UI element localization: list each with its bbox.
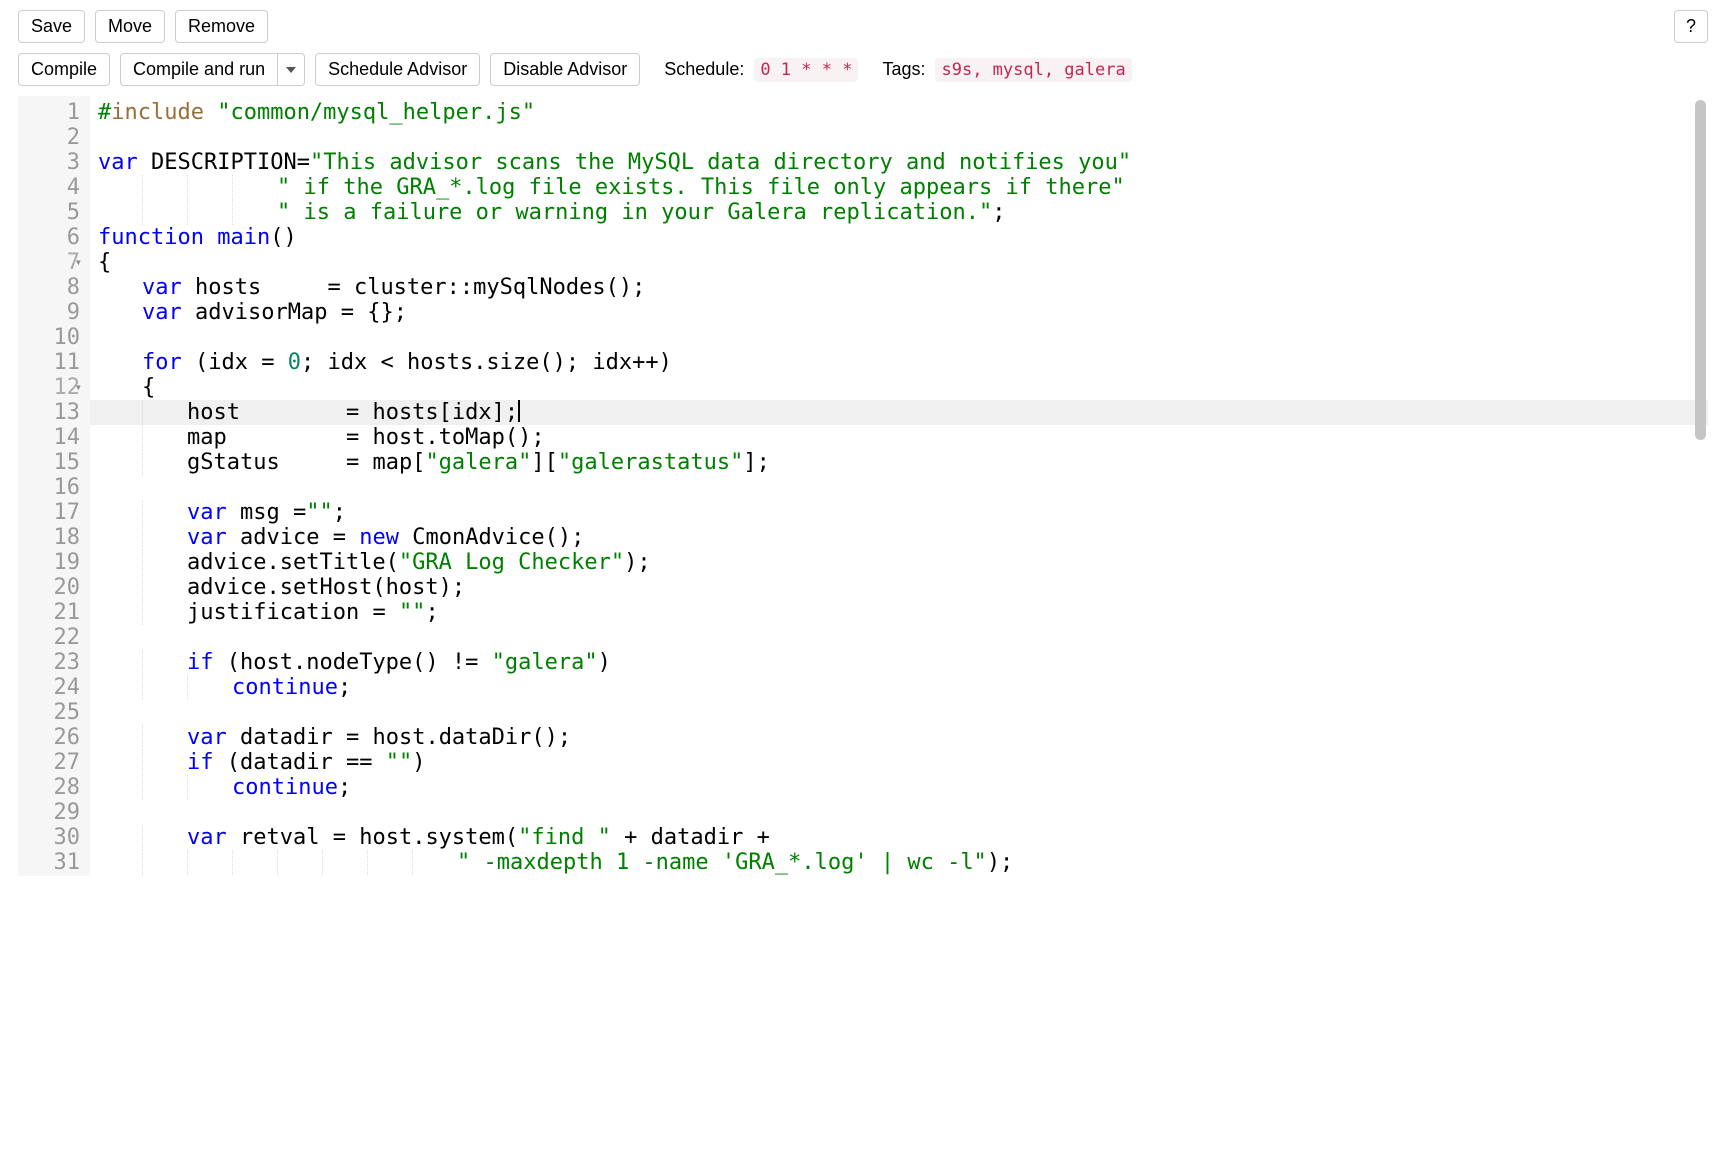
compile-and-run-dropdown-toggle[interactable] — [277, 53, 305, 86]
text-cursor — [518, 400, 520, 422]
code-line[interactable] — [98, 625, 1708, 650]
line-number: 5 — [22, 200, 80, 225]
code-line[interactable]: host = hosts[idx]; — [98, 400, 1708, 425]
code-line[interactable]: var advisorMap = {}; — [98, 300, 1708, 325]
line-number: 26 — [22, 725, 80, 750]
line-number: 27 — [22, 750, 80, 775]
line-number: 11 — [22, 350, 80, 375]
compile-and-run-split-button: Compile and run — [120, 53, 305, 86]
line-number: 3 — [22, 150, 80, 175]
code-line[interactable]: continue; — [98, 675, 1708, 700]
line-number: 7 — [22, 250, 80, 275]
code-area[interactable]: #include "common/mysql_helper.js"var DES… — [90, 96, 1708, 876]
code-line[interactable]: { — [98, 250, 1708, 275]
code-line[interactable]: map = host.toMap(); — [98, 425, 1708, 450]
line-number-gutter: 1234567891011121314151617181920212223242… — [18, 96, 90, 876]
line-number: 18 — [22, 525, 80, 550]
code-line[interactable]: " is a failure or warning in your Galera… — [98, 200, 1708, 225]
line-number: 12 — [22, 375, 80, 400]
code-line[interactable] — [98, 700, 1708, 725]
code-line[interactable]: var DESCRIPTION="This advisor scans the … — [98, 150, 1708, 175]
code-line[interactable]: justification = ""; — [98, 600, 1708, 625]
code-line[interactable]: advice.setTitle("GRA Log Checker"); — [98, 550, 1708, 575]
line-number: 16 — [22, 475, 80, 500]
code-line[interactable]: #include "common/mysql_helper.js" — [98, 100, 1708, 125]
line-number: 30 — [22, 825, 80, 850]
code-line[interactable]: if (datadir == "") — [98, 750, 1708, 775]
line-number: 25 — [22, 700, 80, 725]
schedule-advisor-button[interactable]: Schedule Advisor — [315, 53, 480, 86]
code-line[interactable]: { — [98, 375, 1708, 400]
line-number: 2 — [22, 125, 80, 150]
code-line[interactable]: var advice = new CmonAdvice(); — [98, 525, 1708, 550]
code-line[interactable]: continue; — [98, 775, 1708, 800]
action-toolbar: Compile Compile and run Schedule Advisor… — [18, 53, 1708, 86]
line-number: 17 — [22, 500, 80, 525]
code-line[interactable] — [98, 325, 1708, 350]
disable-advisor-button[interactable]: Disable Advisor — [490, 53, 640, 86]
code-line[interactable]: if (host.nodeType() != "galera") — [98, 650, 1708, 675]
file-toolbar: Save Move Remove ? — [18, 10, 1708, 43]
code-editor[interactable]: 1234567891011121314151617181920212223242… — [18, 96, 1708, 876]
line-number: 1 — [22, 100, 80, 125]
line-number: 14 — [22, 425, 80, 450]
code-line[interactable]: gStatus = map["galera"]["galerastatus"]; — [98, 450, 1708, 475]
code-line[interactable]: var hosts = cluster::mySqlNodes(); — [98, 275, 1708, 300]
code-line[interactable]: for (idx = 0; idx < hosts.size(); idx++) — [98, 350, 1708, 375]
line-number: 10 — [22, 325, 80, 350]
line-number: 4 — [22, 175, 80, 200]
caret-down-icon — [286, 59, 296, 81]
line-number: 24 — [22, 675, 80, 700]
code-line[interactable]: var msg =""; — [98, 500, 1708, 525]
line-number: 19 — [22, 550, 80, 575]
code-line[interactable]: function main() — [98, 225, 1708, 250]
line-number: 6 — [22, 225, 80, 250]
line-number: 9 — [22, 300, 80, 325]
line-number: 15 — [22, 450, 80, 475]
line-number: 31 — [22, 850, 80, 875]
line-number: 8 — [22, 275, 80, 300]
compile-and-run-button[interactable]: Compile and run — [120, 53, 277, 86]
line-number: 22 — [22, 625, 80, 650]
code-line[interactable]: var datadir = host.dataDir(); — [98, 725, 1708, 750]
code-line[interactable]: " -maxdepth 1 -name 'GRA_*.log' | wc -l"… — [98, 850, 1708, 875]
save-button[interactable]: Save — [18, 10, 85, 43]
line-number: 20 — [22, 575, 80, 600]
line-number: 21 — [22, 600, 80, 625]
compile-button[interactable]: Compile — [18, 53, 110, 86]
line-number: 23 — [22, 650, 80, 675]
code-line[interactable] — [98, 475, 1708, 500]
tags-value: s9s, mysql, galera — [935, 58, 1131, 82]
line-number: 28 — [22, 775, 80, 800]
tags-label: Tags: — [882, 59, 925, 80]
remove-button[interactable]: Remove — [175, 10, 268, 43]
schedule-value: 0 1 * * * — [754, 58, 858, 82]
code-line[interactable]: " if the GRA_*.log file exists. This fil… — [98, 175, 1708, 200]
schedule-label: Schedule: — [664, 59, 744, 80]
move-button[interactable]: Move — [95, 10, 165, 43]
code-line[interactable]: var retval = host.system("find " + datad… — [98, 825, 1708, 850]
code-line[interactable] — [98, 125, 1708, 150]
help-button[interactable]: ? — [1674, 10, 1708, 43]
line-number: 13 — [22, 400, 80, 425]
line-number: 29 — [22, 800, 80, 825]
code-line[interactable]: advice.setHost(host); — [98, 575, 1708, 600]
code-line[interactable] — [98, 800, 1708, 825]
